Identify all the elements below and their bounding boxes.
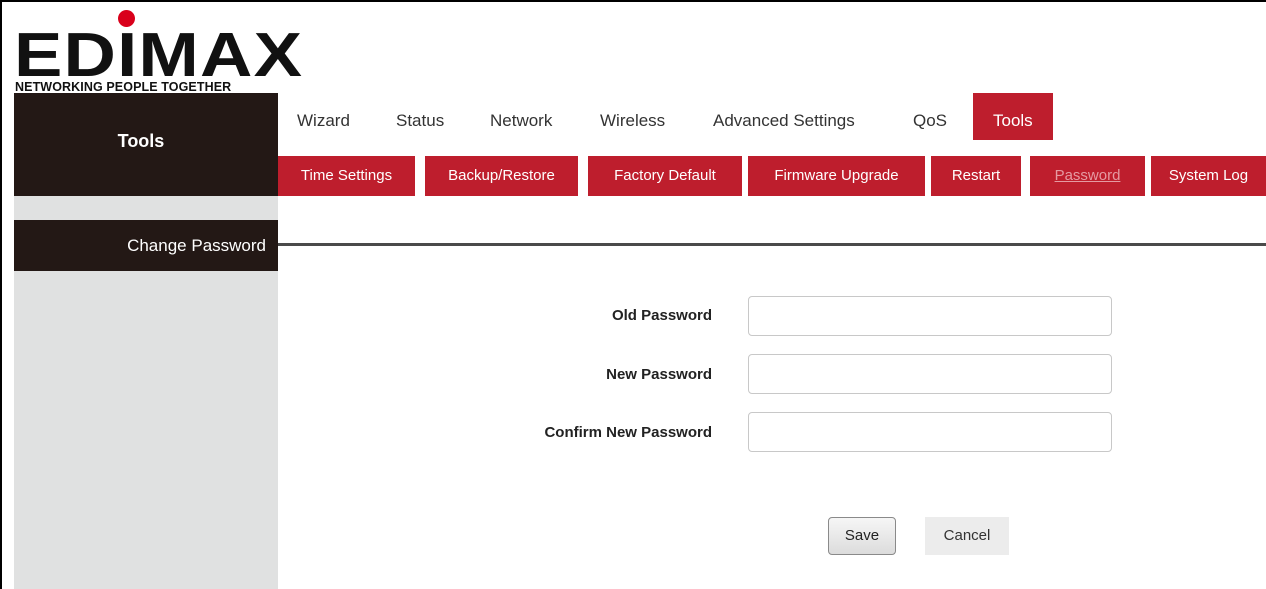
sidebar-item-change-password[interactable]: Change Password [14,220,278,271]
tab-qos[interactable]: QoS [913,93,947,140]
section-divider [278,243,1266,246]
sidebar: Change Password [14,196,278,589]
confirm-password-field[interactable] [748,412,1112,452]
tab-advanced-settings[interactable]: Advanced Settings [713,93,855,140]
new-password-field[interactable] [748,354,1112,394]
tab-wizard[interactable]: Wizard [297,93,350,140]
tab-network[interactable]: Network [490,93,552,140]
save-button[interactable]: Save [828,517,896,555]
subtab-factory-default[interactable]: Factory Default [588,156,742,196]
subtab-backup-restore[interactable]: Backup/Restore [425,156,578,196]
logo-wordmark: EDIMAX [14,21,304,90]
edimax-logo: EDIMAX NETWORKING PEOPLE TOGETHER [14,10,302,94]
old-password-field[interactable] [748,296,1112,336]
new-password-label: New Password [606,366,712,383]
subtab-system-log[interactable]: System Log [1151,156,1266,196]
tab-wireless[interactable]: Wireless [600,93,665,140]
subtab-password[interactable]: Password [1030,156,1145,196]
confirm-password-label: Confirm New Password [544,424,712,441]
sidebar-header: Tools [14,93,278,196]
subtab-firmware-upgrade[interactable]: Firmware Upgrade [748,156,925,196]
sub-nav: Time Settings Backup/Restore Factory Def… [278,156,1266,196]
cancel-button[interactable]: Cancel [925,517,1009,555]
top-nav: Wizard Status Network Wireless Advanced … [278,93,1266,140]
tab-status[interactable]: Status [396,93,444,140]
subtab-restart[interactable]: Restart [931,156,1021,196]
old-password-label: Old Password [611,307,712,324]
logo-tagline: NETWORKING PEOPLE TOGETHER [15,80,232,94]
tab-tools[interactable]: Tools [973,93,1053,140]
sidebar-item-label: Change Password [127,236,266,255]
subtab-time-settings[interactable]: Time Settings [278,156,415,196]
sidebar-header-label: Tools [117,131,165,151]
